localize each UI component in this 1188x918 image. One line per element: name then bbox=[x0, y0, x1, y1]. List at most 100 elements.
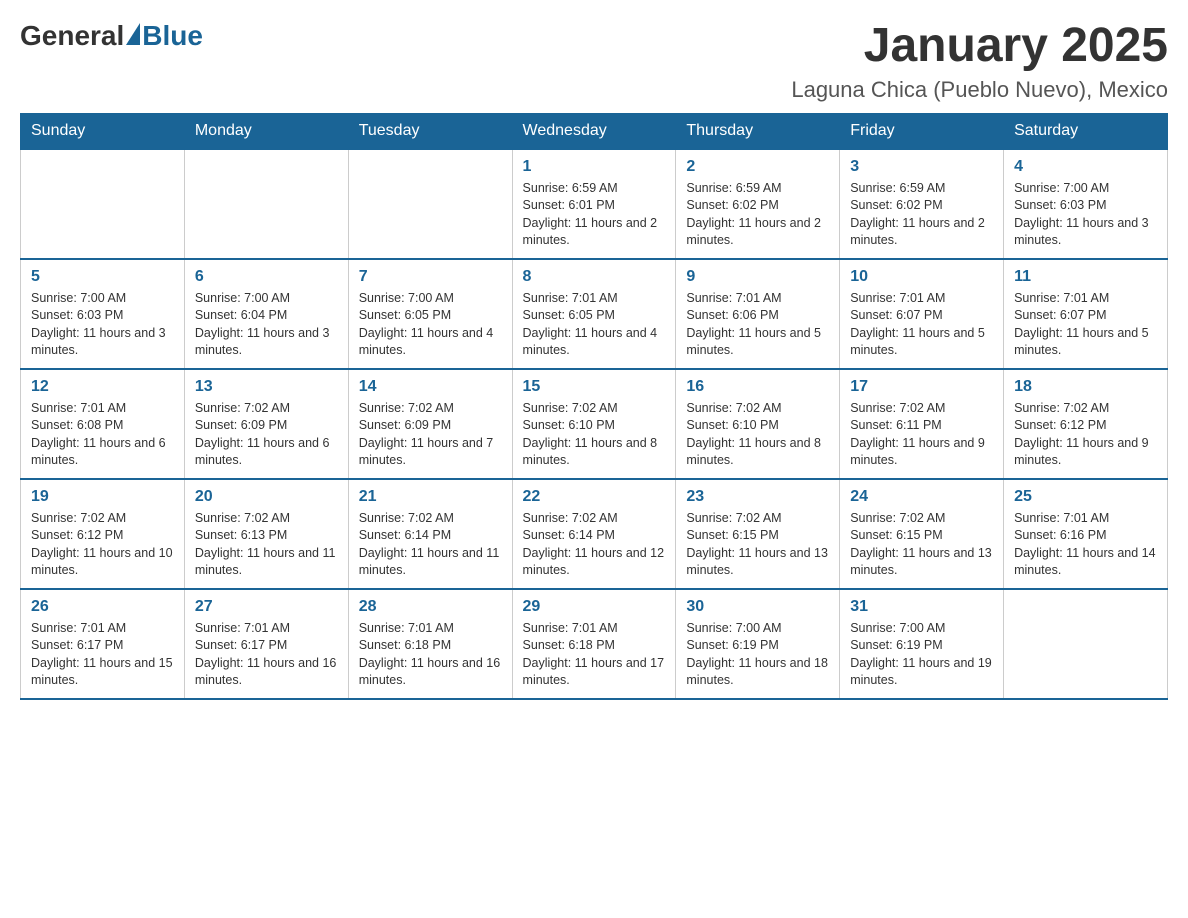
day-info: Sunrise: 7:01 AMSunset: 6:07 PMDaylight:… bbox=[1014, 290, 1157, 360]
day-number: 15 bbox=[523, 378, 666, 396]
table-row: 13 Sunrise: 7:02 AMSunset: 6:09 PMDayligh… bbox=[184, 369, 348, 479]
calendar-week-row: 19 Sunrise: 7:02 AMSunset: 6:12 PMDayligh… bbox=[21, 479, 1168, 589]
day-info: Sunrise: 7:02 AMSunset: 6:13 PMDaylight:… bbox=[195, 510, 338, 580]
day-number: 8 bbox=[523, 268, 666, 286]
calendar-week-row: 5 Sunrise: 7:00 AMSunset: 6:03 PMDaylight… bbox=[21, 259, 1168, 369]
table-row: 22Sunrise: 7:02 AMSunset: 6:14 PMDayligh… bbox=[512, 479, 676, 589]
day-number: 11 bbox=[1014, 268, 1157, 286]
table-row: 1Sunrise: 6:59 AMSunset: 6:01 PMDaylight… bbox=[512, 149, 676, 259]
calendar-location: Laguna Chica (Pueblo Nuevo), Mexico bbox=[791, 77, 1168, 103]
day-number: 13 bbox=[195, 378, 338, 396]
col-monday: Monday bbox=[184, 113, 348, 149]
day-info: Sunrise: 7:01 AMSunset: 6:18 PMDaylight:… bbox=[523, 620, 666, 690]
table-row: 20 Sunrise: 7:02 AMSunset: 6:13 PMDayligh… bbox=[184, 479, 348, 589]
day-info: Sunrise: 7:01 AMSunset: 6:08 PMDaylight:… bbox=[31, 400, 174, 470]
day-number: 25 bbox=[1014, 488, 1157, 506]
table-row: 27Sunrise: 7:01 AMSunset: 6:17 PMDayligh… bbox=[184, 589, 348, 699]
day-info: Sunrise: 7:01 AMSunset: 6:17 PMDaylight:… bbox=[31, 620, 174, 690]
table-row: 26 Sunrise: 7:01 AMSunset: 6:17 PMDayligh… bbox=[21, 589, 185, 699]
day-number: 9 bbox=[686, 268, 829, 286]
day-number: 20 bbox=[195, 488, 338, 506]
day-info: Sunrise: 7:00 AMSunset: 6:04 PMDaylight:… bbox=[195, 290, 338, 360]
table-row: 21 Sunrise: 7:02 AMSunset: 6:14 PMDayligh… bbox=[348, 479, 512, 589]
table-row: 24Sunrise: 7:02 AMSunset: 6:15 PMDayligh… bbox=[840, 479, 1004, 589]
calendar-week-row: 26 Sunrise: 7:01 AMSunset: 6:17 PMDayligh… bbox=[21, 589, 1168, 699]
day-info: Sunrise: 7:02 AMSunset: 6:11 PMDaylight:… bbox=[850, 400, 993, 470]
calendar-header-row: Sunday Monday Tuesday Wednesday Thursday… bbox=[21, 113, 1168, 149]
day-number: 16 bbox=[686, 378, 829, 396]
table-row: 28 Sunrise: 7:01 AMSunset: 6:18 PMDayligh… bbox=[348, 589, 512, 699]
day-number: 28 bbox=[359, 598, 502, 616]
day-number: 23 bbox=[686, 488, 829, 506]
table-row: 9 Sunrise: 7:01 AMSunset: 6:06 PMDaylight… bbox=[676, 259, 840, 369]
day-number: 19 bbox=[31, 488, 174, 506]
day-info: Sunrise: 6:59 AMSunset: 6:02 PMDaylight:… bbox=[686, 180, 829, 250]
logo-blue-text: Blue bbox=[142, 20, 203, 52]
calendar-week-row: 12 Sunrise: 7:01 AMSunset: 6:08 PMDayligh… bbox=[21, 369, 1168, 479]
logo-general-text: General bbox=[20, 20, 124, 52]
table-row: 11 Sunrise: 7:01 AMSunset: 6:07 PMDayligh… bbox=[1004, 259, 1168, 369]
day-info: Sunrise: 7:01 AMSunset: 6:18 PMDaylight:… bbox=[359, 620, 502, 690]
day-number: 30 bbox=[686, 598, 829, 616]
day-info: Sunrise: 7:02 AMSunset: 6:10 PMDaylight:… bbox=[686, 400, 829, 470]
day-number: 21 bbox=[359, 488, 502, 506]
day-number: 18 bbox=[1014, 378, 1157, 396]
day-number: 10 bbox=[850, 268, 993, 286]
table-row: 18 Sunrise: 7:02 AMSunset: 6:12 PMDayligh… bbox=[1004, 369, 1168, 479]
day-number: 4 bbox=[1014, 158, 1157, 176]
day-info: Sunrise: 7:02 AMSunset: 6:09 PMDaylight:… bbox=[359, 400, 502, 470]
day-number: 1 bbox=[523, 158, 666, 176]
table-row: 2 Sunrise: 6:59 AMSunset: 6:02 PMDaylight… bbox=[676, 149, 840, 259]
table-row bbox=[184, 149, 348, 259]
day-info: Sunrise: 7:01 AMSunset: 6:06 PMDaylight:… bbox=[686, 290, 829, 360]
day-info: Sunrise: 7:02 AMSunset: 6:14 PMDaylight:… bbox=[359, 510, 502, 580]
table-row: 8 Sunrise: 7:01 AMSunset: 6:05 PMDaylight… bbox=[512, 259, 676, 369]
day-number: 29 bbox=[523, 598, 666, 616]
day-info: Sunrise: 7:00 AMSunset: 6:19 PMDaylight:… bbox=[850, 620, 993, 690]
day-info: Sunrise: 7:01 AMSunset: 6:05 PMDaylight:… bbox=[523, 290, 666, 360]
table-row: 17 Sunrise: 7:02 AMSunset: 6:11 PMDayligh… bbox=[840, 369, 1004, 479]
title-block: January 2025 Laguna Chica (Pueblo Nuevo)… bbox=[791, 20, 1168, 103]
calendar-table: Sunday Monday Tuesday Wednesday Thursday… bbox=[20, 113, 1168, 700]
day-number: 26 bbox=[31, 598, 174, 616]
day-number: 12 bbox=[31, 378, 174, 396]
day-number: 22 bbox=[523, 488, 666, 506]
day-info: Sunrise: 7:02 AMSunset: 6:09 PMDaylight:… bbox=[195, 400, 338, 470]
day-number: 3 bbox=[850, 158, 993, 176]
day-info: Sunrise: 7:02 AMSunset: 6:10 PMDaylight:… bbox=[523, 400, 666, 470]
day-info: Sunrise: 7:02 AMSunset: 6:12 PMDaylight:… bbox=[31, 510, 174, 580]
table-row: 25 Sunrise: 7:01 AMSunset: 6:16 PMDayligh… bbox=[1004, 479, 1168, 589]
table-row: 12 Sunrise: 7:01 AMSunset: 6:08 PMDayligh… bbox=[21, 369, 185, 479]
table-row bbox=[21, 149, 185, 259]
day-info: Sunrise: 7:00 AMSunset: 6:19 PMDaylight:… bbox=[686, 620, 829, 690]
day-info: Sunrise: 7:00 AMSunset: 6:03 PMDaylight:… bbox=[31, 290, 174, 360]
col-thursday: Thursday bbox=[676, 113, 840, 149]
day-info: Sunrise: 7:01 AMSunset: 6:07 PMDaylight:… bbox=[850, 290, 993, 360]
table-row: 29 Sunrise: 7:01 AMSunset: 6:18 PMDayligh… bbox=[512, 589, 676, 699]
day-info: Sunrise: 7:01 AMSunset: 6:16 PMDaylight:… bbox=[1014, 510, 1157, 580]
day-number: 17 bbox=[850, 378, 993, 396]
day-info: Sunrise: 6:59 AMSunset: 6:02 PMDaylight:… bbox=[850, 180, 993, 250]
col-wednesday: Wednesday bbox=[512, 113, 676, 149]
day-info: Sunrise: 7:00 AMSunset: 6:03 PMDaylight:… bbox=[1014, 180, 1157, 250]
table-row: 15 Sunrise: 7:02 AMSunset: 6:10 PMDayligh… bbox=[512, 369, 676, 479]
table-row: 19 Sunrise: 7:02 AMSunset: 6:12 PMDayligh… bbox=[21, 479, 185, 589]
day-info: Sunrise: 7:02 AMSunset: 6:15 PMDaylight:… bbox=[686, 510, 829, 580]
table-row: 6Sunrise: 7:00 AMSunset: 6:04 PMDaylight… bbox=[184, 259, 348, 369]
day-number: 2 bbox=[686, 158, 829, 176]
table-row: 30 Sunrise: 7:00 AMSunset: 6:19 PMDayligh… bbox=[676, 589, 840, 699]
table-row: 4 Sunrise: 7:00 AMSunset: 6:03 PMDaylight… bbox=[1004, 149, 1168, 259]
table-row: 31Sunrise: 7:00 AMSunset: 6:19 PMDayligh… bbox=[840, 589, 1004, 699]
table-row bbox=[348, 149, 512, 259]
page-header: General Blue January 2025 Laguna Chica (… bbox=[20, 20, 1168, 103]
col-saturday: Saturday bbox=[1004, 113, 1168, 149]
day-info: Sunrise: 7:01 AMSunset: 6:17 PMDaylight:… bbox=[195, 620, 338, 690]
calendar-week-row: 1Sunrise: 6:59 AMSunset: 6:01 PMDaylight… bbox=[21, 149, 1168, 259]
day-number: 5 bbox=[31, 268, 174, 286]
day-info: Sunrise: 7:02 AMSunset: 6:12 PMDaylight:… bbox=[1014, 400, 1157, 470]
table-row: 5 Sunrise: 7:00 AMSunset: 6:03 PMDaylight… bbox=[21, 259, 185, 369]
table-row: 23 Sunrise: 7:02 AMSunset: 6:15 PMDayligh… bbox=[676, 479, 840, 589]
day-number: 7 bbox=[359, 268, 502, 286]
day-number: 14 bbox=[359, 378, 502, 396]
table-row: 7Sunrise: 7:00 AMSunset: 6:05 PMDaylight… bbox=[348, 259, 512, 369]
